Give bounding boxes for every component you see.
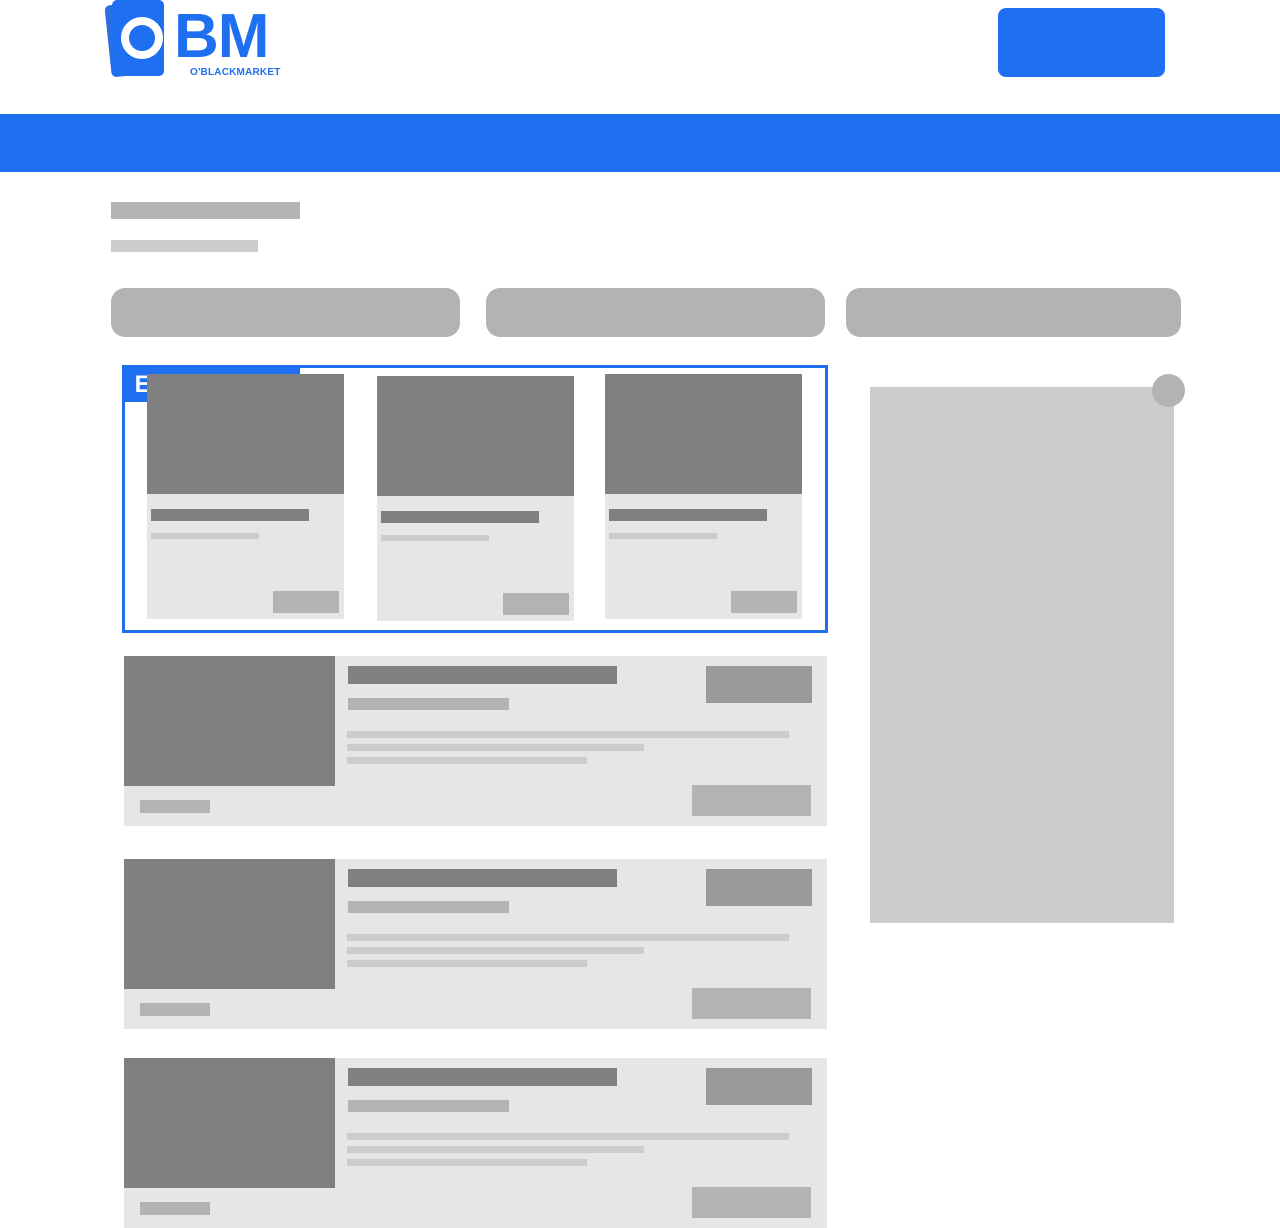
list-item-image bbox=[124, 656, 335, 786]
list-item-image bbox=[124, 859, 335, 989]
featured-card-button[interactable] bbox=[731, 591, 797, 613]
featured-card-subtitle-placeholder bbox=[381, 535, 489, 541]
list-item[interactable] bbox=[124, 1058, 827, 1228]
logo-o-icon bbox=[121, 17, 163, 59]
logo-wordmark: O'BLACKMARKET bbox=[190, 67, 281, 78]
list-item-button[interactable] bbox=[692, 988, 811, 1019]
list-item[interactable] bbox=[124, 859, 827, 1029]
site-logo[interactable]: BM O'BLACKMARKET bbox=[104, 0, 281, 82]
list-item-button[interactable] bbox=[692, 785, 811, 816]
featured-card-subtitle-placeholder bbox=[151, 533, 259, 539]
featured-card-image bbox=[605, 374, 802, 494]
list-item-subtitle-placeholder bbox=[348, 901, 509, 913]
featured-card-button[interactable] bbox=[273, 591, 339, 613]
list-item-price-placeholder bbox=[706, 869, 812, 906]
featured-card-subtitle-placeholder bbox=[609, 533, 717, 539]
featured-card[interactable] bbox=[147, 374, 344, 619]
list-item-text-line bbox=[347, 1146, 644, 1153]
featured-card-title-placeholder bbox=[381, 511, 539, 523]
list-item-text-line bbox=[347, 744, 644, 751]
featured-card-image bbox=[147, 374, 344, 494]
featured-card-title-placeholder bbox=[609, 509, 767, 521]
page-title-placeholder bbox=[111, 202, 300, 219]
filter-select-1[interactable] bbox=[111, 288, 460, 337]
list-item-text-line bbox=[347, 757, 587, 764]
header-action-button[interactable] bbox=[998, 8, 1165, 77]
list-item-price-placeholder bbox=[706, 1068, 812, 1105]
list-item-title-placeholder bbox=[348, 1068, 617, 1086]
filter-select-3[interactable] bbox=[846, 288, 1181, 337]
featured-card-button[interactable] bbox=[503, 593, 569, 615]
sidebar-close-icon[interactable] bbox=[1152, 374, 1185, 407]
list-item-subtitle-placeholder bbox=[348, 698, 509, 710]
sidebar-panel bbox=[870, 387, 1174, 923]
list-item-text-line bbox=[347, 934, 789, 941]
list-item-price-placeholder bbox=[706, 666, 812, 703]
logo-monogram: BM bbox=[174, 2, 269, 71]
page-subtitle-placeholder bbox=[111, 240, 258, 252]
list-item[interactable] bbox=[124, 656, 827, 826]
list-item-title-placeholder bbox=[348, 869, 617, 887]
featured-card[interactable] bbox=[605, 374, 802, 619]
list-item-text-line bbox=[347, 960, 587, 967]
list-item-text-line bbox=[347, 1159, 587, 1166]
filter-select-2[interactable] bbox=[486, 288, 825, 337]
logo-card bbox=[112, 0, 164, 76]
nav-bar bbox=[0, 114, 1280, 172]
list-item-tag-placeholder bbox=[140, 1003, 210, 1016]
list-item-text-line bbox=[347, 1133, 789, 1140]
list-item-title-placeholder bbox=[348, 666, 617, 684]
list-item-text-line bbox=[347, 947, 644, 954]
list-item-tag-placeholder bbox=[140, 1202, 210, 1215]
list-item-image bbox=[124, 1058, 335, 1188]
featured-card[interactable] bbox=[377, 376, 574, 621]
featured-card-title-placeholder bbox=[151, 509, 309, 521]
list-item-subtitle-placeholder bbox=[348, 1100, 509, 1112]
list-item-tag-placeholder bbox=[140, 800, 210, 813]
featured-card-image bbox=[377, 376, 574, 496]
list-item-button[interactable] bbox=[692, 1187, 811, 1218]
list-item-text-line bbox=[347, 731, 789, 738]
